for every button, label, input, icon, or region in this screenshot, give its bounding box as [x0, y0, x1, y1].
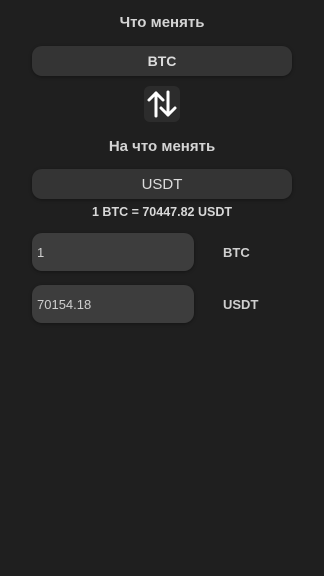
- amount-from-input[interactable]: 1: [32, 233, 194, 271]
- amount-to-input[interactable]: 70154.18: [32, 285, 194, 323]
- amount-from-currency: BTC: [223, 245, 250, 260]
- amount-to-currency: USDT: [223, 297, 259, 312]
- to-currency-value: USDT: [141, 175, 183, 193]
- amount-from-value: 1: [37, 244, 45, 260]
- to-currency-select[interactable]: USDT: [32, 169, 292, 199]
- from-label: Что менять: [119, 14, 205, 31]
- amount-to-value: 70154.18: [37, 296, 92, 312]
- from-currency-value: BTC: [147, 53, 177, 69]
- swap-vertical-icon: [147, 90, 177, 118]
- exchange-rate: 1 BTC = 70447.82 USDT: [92, 205, 232, 219]
- from-currency-select[interactable]: BTC: [32, 46, 292, 76]
- to-label: На что менять: [108, 138, 216, 155]
- swap-button[interactable]: [144, 86, 180, 122]
